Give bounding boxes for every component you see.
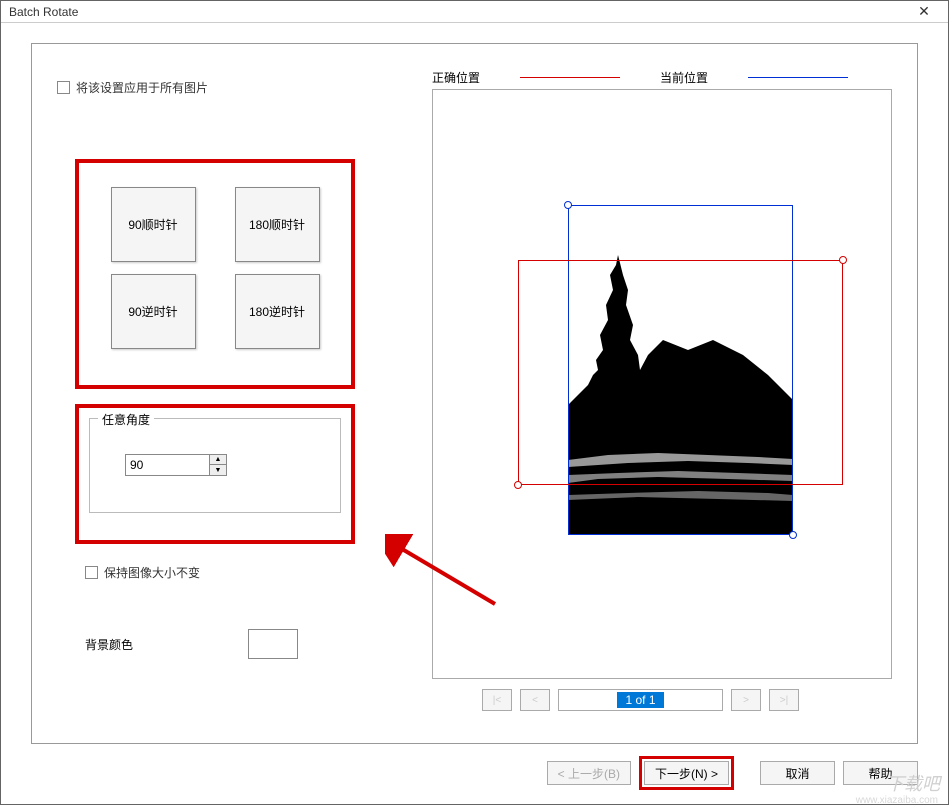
- angle-groupbox: 任意角度 ▲ ▼: [89, 418, 341, 513]
- watermark-text: 下载吧: [886, 770, 940, 796]
- bgcolor-label: 背景颜色: [85, 636, 133, 653]
- rotation-row-1: 90顺时针 180顺时针: [91, 187, 339, 262]
- angle-group-title: 任意角度: [98, 411, 154, 428]
- angle-spin-buttons: ▲ ▼: [210, 454, 227, 476]
- legend-current-line: [748, 77, 848, 78]
- keep-size-label: 保持图像大小不变: [104, 564, 200, 581]
- next-step-highlight: 下一步(N) >: [639, 756, 734, 790]
- apply-all-label: 将该设置应用于所有图片: [76, 79, 208, 96]
- window: Batch Rotate ✕ 将该设置应用于所有图片 90顺时针 180顺时针 …: [0, 0, 949, 805]
- angle-spinbox: ▲ ▼: [125, 454, 330, 476]
- rotate-180-ccw-button[interactable]: 180逆时针: [235, 274, 320, 349]
- prev-step-button[interactable]: < 上一步(B): [547, 761, 631, 785]
- titlebar: Batch Rotate ✕: [1, 1, 948, 23]
- correct-position-rect: [518, 260, 843, 485]
- nav-last-button[interactable]: >|: [769, 689, 799, 711]
- rotate-90-ccw-button[interactable]: 90逆时针: [111, 274, 196, 349]
- watermark-sub: www.xiazaiba.com: [856, 795, 938, 806]
- apply-all-checkbox[interactable]: [57, 81, 70, 94]
- legend-current: 当前位置: [660, 69, 848, 86]
- nav-first-button[interactable]: |<: [482, 689, 512, 711]
- rotation-buttons-group: 90顺时针 180顺时针 90逆时针 180逆时针: [75, 159, 355, 389]
- legend-correct-line: [520, 77, 620, 78]
- angle-spin-up[interactable]: ▲: [210, 455, 226, 465]
- blue-handle-tl[interactable]: [564, 201, 572, 209]
- legend-current-label: 当前位置: [660, 69, 708, 86]
- window-title: Batch Rotate: [9, 5, 78, 19]
- cancel-button[interactable]: 取消: [760, 761, 835, 785]
- angle-spin-down[interactable]: ▼: [210, 465, 226, 475]
- close-button[interactable]: ✕: [904, 2, 944, 22]
- legend-correct: 正确位置: [432, 69, 620, 86]
- rotate-90-cw-button[interactable]: 90顺时针: [111, 187, 196, 262]
- rotate-180-cw-button[interactable]: 180顺时针: [235, 187, 320, 262]
- nav-prev-button[interactable]: <: [520, 689, 550, 711]
- red-handle-bl[interactable]: [514, 481, 522, 489]
- next-step-button[interactable]: 下一步(N) >: [644, 761, 729, 785]
- close-icon: ✕: [918, 3, 930, 20]
- legend-correct-label: 正确位置: [432, 69, 480, 86]
- rotation-row-2: 90逆时针 180逆时针: [91, 274, 339, 349]
- blue-handle-br[interactable]: [789, 531, 797, 539]
- preview-area: [432, 89, 892, 679]
- red-handle-tr[interactable]: [839, 256, 847, 264]
- left-panel: 将该设置应用于所有图片: [57, 79, 387, 104]
- preview-canvas[interactable]: [433, 90, 891, 678]
- bgcolor-swatch[interactable]: [248, 629, 298, 659]
- nav-row: |< < 1 of 1 > >|: [482, 689, 799, 711]
- legend-row: 正确位置 当前位置: [432, 69, 848, 86]
- keep-size-checkbox[interactable]: [85, 566, 98, 579]
- pager-display: 1 of 1: [558, 689, 723, 711]
- apply-all-row: 将该设置应用于所有图片: [57, 79, 387, 96]
- nav-next-button[interactable]: >: [731, 689, 761, 711]
- angle-input[interactable]: [125, 454, 210, 476]
- bgcolor-row: 背景颜色: [85, 629, 298, 659]
- bottom-buttons: < 上一步(B) 下一步(N) > 取消 帮助: [547, 756, 918, 790]
- arbitrary-angle-group: 任意角度 ▲ ▼: [75, 404, 355, 544]
- dialog-content: 将该设置应用于所有图片 90顺时针 180顺时针 90逆时针 180逆时针 任意…: [31, 43, 918, 744]
- keep-size-row: 保持图像大小不变: [85, 564, 200, 581]
- pager-text: 1 of 1: [617, 692, 663, 708]
